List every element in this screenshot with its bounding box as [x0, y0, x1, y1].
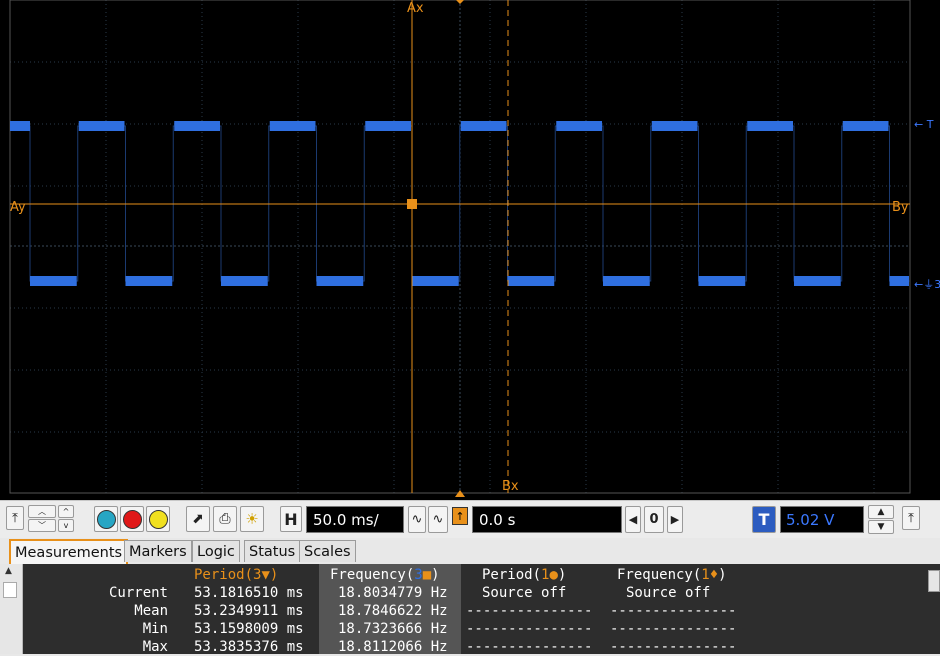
row-label-current: Current — [108, 585, 168, 601]
value-frequency1-current: Source off — [626, 585, 711, 601]
header-period-ch1[interactable]: Period(1●) — [482, 566, 566, 584]
trigger-level-field[interactable]: 5.02 V — [780, 506, 864, 533]
panel-tabs: Measurements Markers Logic Status Scales — [0, 538, 940, 564]
pin-icon[interactable]: ⤒ — [6, 506, 24, 530]
waveform-low-segment — [30, 276, 77, 286]
vertical-down-button[interactable]: ﹀ — [28, 519, 56, 532]
waveform-low-segment — [316, 276, 364, 286]
waveform-low-segment — [221, 276, 268, 286]
header-period-ch3[interactable]: Period(3▼) — [194, 566, 278, 584]
sun-icon: ☀ — [245, 510, 259, 528]
channel-ground-marker[interactable]: ←⏚3 — [914, 276, 940, 292]
waveform-high-segment — [78, 121, 125, 131]
waveform-low-segment — [698, 276, 746, 286]
tab-status[interactable]: Status — [244, 540, 301, 562]
cursor-ay-label: Ay — [10, 200, 26, 215]
channel-yellow-icon — [148, 509, 168, 529]
delay-field[interactable]: 0.0 s — [472, 506, 622, 533]
trigger-level-down-button[interactable]: ▼ — [868, 520, 894, 534]
waveform-low-segment — [794, 276, 841, 286]
value-frequency1-max: --------------- — [610, 639, 737, 655]
print-button[interactable]: ⎙ — [213, 506, 237, 532]
zero-label: 0 — [649, 512, 659, 527]
waveform-low-segment — [889, 276, 909, 286]
trigger-position-top-marker — [456, 0, 464, 4]
channel-red-icon — [122, 509, 142, 529]
autoscale-button[interactable]: ⬈ — [186, 506, 210, 532]
delay-zero-button[interactable]: 0 — [644, 506, 664, 533]
channel-yellow-button[interactable] — [146, 506, 170, 532]
timebase-fine-down-button[interactable]: ∿ — [408, 506, 426, 533]
trigger-level-marker[interactable]: ← T — [914, 118, 933, 131]
tab-scales[interactable]: Scales — [299, 540, 356, 562]
value-period-min: 53.1598009 ms — [194, 621, 304, 637]
trigger-pin-icon[interactable]: ⤒ — [902, 506, 920, 530]
value-period-mean: 53.2349911 ms — [194, 603, 304, 619]
waveform-high-segment — [747, 121, 793, 131]
header-frequency-ch1[interactable]: Frequency(1♦) — [617, 566, 727, 584]
value-period-max: 53.3835376 ms — [194, 639, 304, 655]
waveform-low-segment — [603, 276, 650, 286]
printer-icon: ⎙ — [219, 511, 231, 527]
waveform-high-segment — [174, 121, 220, 131]
trigger-label: T — [758, 510, 770, 529]
row-label-mean: Mean — [134, 603, 168, 619]
waveform-canvas — [9, 0, 911, 497]
value-period1-max: --------------- — [466, 639, 593, 655]
timebase-field[interactable]: 50.0 ms/ — [306, 506, 404, 533]
delay-reference-icon[interactable]: ↑ — [452, 507, 468, 525]
value-period1-mean: --------------- — [466, 603, 593, 619]
cursor-intersection-marker — [407, 199, 417, 209]
trigger-menu-button[interactable]: T — [752, 506, 776, 533]
delay-left-button[interactable]: ◀ — [625, 506, 641, 533]
channel-cyan-icon — [96, 509, 116, 529]
waveform-high-segment — [842, 121, 889, 131]
row-label-max: Max — [142, 639, 168, 655]
header-frequency-ch3[interactable]: Frequency(3■) — [330, 566, 440, 584]
waveform-high-segment — [10, 121, 30, 131]
value-frequency-max: 18.8112066 Hz — [338, 639, 448, 655]
cursor-by-label: By — [892, 200, 909, 215]
value-period1-min: --------------- — [466, 621, 593, 637]
control-toolbar: ⤒ ︿ ﹀ ^ v ⬈ ⎙ ☀ H 50.0 ms/ ∿ ∿ ↑ 0.0 s ◀… — [0, 500, 940, 539]
waveform-low-segment — [507, 276, 555, 286]
waveform-display[interactable]: Ax Ay Bx By ← T ←⏚3 — [0, 0, 940, 500]
horizontal-scroll-button[interactable] — [928, 570, 940, 592]
value-period1-current: Source off — [482, 585, 567, 601]
value-frequency1-mean: --------------- — [610, 603, 737, 619]
timebase-fine-up-button[interactable]: ∿ — [428, 506, 448, 533]
scroll-up-icon[interactable]: ▲ — [5, 566, 12, 576]
value-frequency-mean: 18.7846622 Hz — [338, 603, 448, 619]
channel-cyan-button[interactable] — [94, 506, 118, 532]
autoscale-icon: ⬈ — [192, 511, 204, 527]
fine-down-button[interactable]: v — [58, 519, 74, 532]
cursor-ax-label: Ax — [407, 1, 424, 16]
delay-right-button[interactable]: ▶ — [667, 506, 683, 533]
cursor-bx-label: Bx — [502, 479, 519, 494]
horizontal-menu-button[interactable]: H — [280, 506, 302, 532]
fine-up-button[interactable]: ^ — [58, 505, 74, 518]
row-label-min: Min — [142, 621, 168, 637]
tab-measurements[interactable]: Measurements — [9, 539, 129, 564]
display-brightness-button[interactable]: ☀ — [240, 506, 264, 532]
scroll-thumb[interactable] — [3, 582, 17, 598]
trigger-level-up-button[interactable]: ▲ — [868, 505, 894, 519]
tab-markers[interactable]: Markers — [124, 540, 192, 562]
value-period-current: 53.1816510 ms — [194, 585, 304, 601]
value-frequency-current: 18.8034779 Hz — [338, 585, 448, 601]
h-label: H — [284, 509, 298, 529]
measurements-panel: ▲ Period(3▼) Frequency(3■) Period(1●) Fr… — [0, 564, 940, 655]
waveform-high-segment — [365, 121, 411, 131]
value-frequency-min: 18.7323666 Hz — [338, 621, 448, 637]
waveform-high-segment — [269, 121, 316, 131]
waveform-high-segment — [556, 121, 602, 131]
vertical-up-button[interactable]: ︿ — [28, 505, 56, 518]
waveform-high-segment — [460, 121, 507, 131]
waveform-low-segment — [125, 276, 173, 286]
tab-logic[interactable]: Logic — [192, 540, 240, 562]
channel-red-button[interactable] — [120, 506, 144, 532]
value-frequency1-min: --------------- — [610, 621, 737, 637]
waveform-low-segment — [412, 276, 459, 286]
waveform-high-segment — [651, 121, 698, 131]
